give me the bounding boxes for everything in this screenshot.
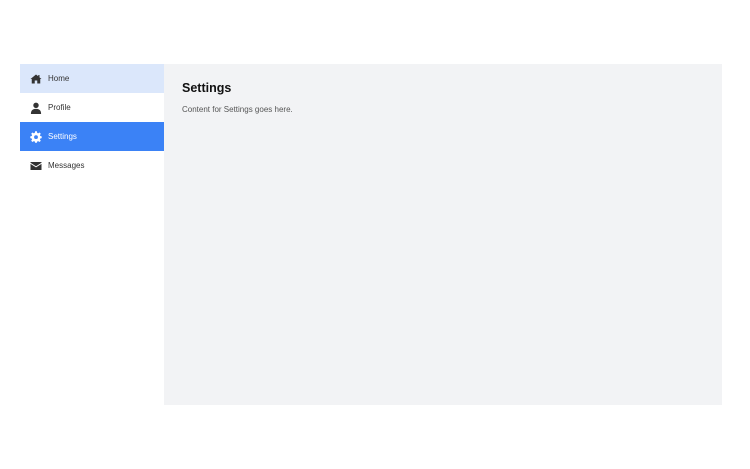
sidebar-item-label: Settings (48, 132, 77, 141)
sidebar-item-home[interactable]: Home (20, 64, 164, 93)
gear-icon (30, 130, 42, 143)
sidebar-item-profile[interactable]: Profile (20, 93, 164, 122)
sidebar-item-messages[interactable]: Messages (20, 151, 164, 180)
user-icon (30, 102, 42, 114)
sidebar: Home Profile Settings Messages (20, 64, 164, 405)
sidebar-item-label: Home (48, 74, 70, 83)
sidebar-item-label: Profile (48, 103, 71, 112)
sidebar-item-label: Messages (48, 161, 85, 170)
sidebar-item-settings[interactable]: Settings (20, 122, 164, 151)
page-title: Settings (182, 81, 232, 95)
main-content: Settings Content for Settings goes here. (164, 64, 722, 405)
app-container: Home Profile Settings Messages Settings … (20, 64, 722, 405)
envelope-icon (30, 160, 42, 172)
home-icon (30, 73, 42, 85)
content-text: Content for Settings goes here. (182, 105, 293, 114)
